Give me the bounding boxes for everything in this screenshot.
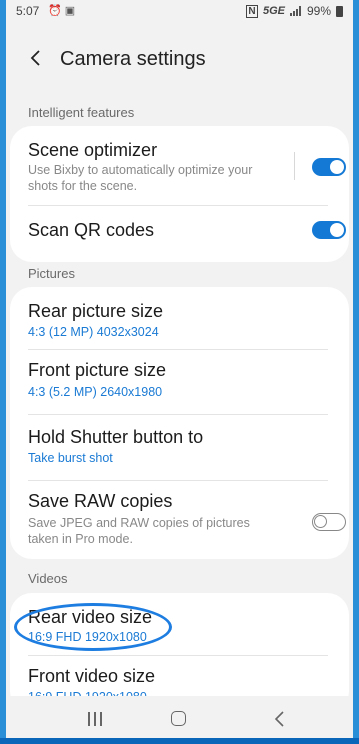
navigation-bar bbox=[6, 696, 353, 744]
alarm-icon: ⏰ bbox=[48, 5, 62, 17]
save-raw-title: Save RAW copies bbox=[28, 491, 173, 511]
image-icon: ▣ bbox=[64, 5, 76, 17]
save-raw-desc-1: Save JPEG and RAW copies of pictures bbox=[28, 516, 250, 530]
app-header: Camera settings bbox=[6, 44, 353, 74]
save-raw-toggle[interactable] bbox=[312, 513, 346, 531]
status-time: 5:07 bbox=[16, 4, 40, 18]
row-separator bbox=[294, 152, 295, 180]
recents-icon[interactable] bbox=[88, 712, 104, 726]
scene-optimizer-row[interactable]: Scene optimizer Use Bixby to automatical… bbox=[10, 126, 349, 204]
section-pictures: Pictures bbox=[28, 266, 75, 281]
front-picture-size-row[interactable]: Front picture size 4:3 (5.2 MP) 2640x198… bbox=[10, 350, 349, 412]
save-raw-row[interactable]: Save RAW copies Save JPEG and RAW copies… bbox=[10, 481, 349, 559]
battery-icon bbox=[336, 5, 343, 17]
rear-picture-size-title: Rear picture size bbox=[28, 301, 164, 321]
phone-screen: 5:07 ⏰ ▣ N 5GE 99% Camera settings Intel… bbox=[6, 0, 353, 744]
signal-icon bbox=[289, 6, 302, 16]
back-arrow-icon[interactable] bbox=[26, 48, 46, 68]
network-type: 5GE bbox=[262, 5, 285, 17]
battery-percent: 99% bbox=[306, 4, 331, 18]
front-picture-size-value: 4:3 (5.2 MP) 2640x1980 bbox=[28, 385, 163, 399]
scene-optimizer-desc-1: Use Bixby to automatically optimize your bbox=[28, 163, 253, 177]
section-intelligent-features: Intelligent features bbox=[28, 105, 135, 120]
front-video-size-title: Front video size bbox=[28, 666, 156, 686]
notification-icons: ⏰ ▣ bbox=[48, 4, 75, 17]
hold-shutter-title: Hold Shutter button to bbox=[28, 427, 204, 447]
annotation-circle bbox=[14, 603, 172, 651]
status-bar: 5:07 ⏰ ▣ N 5GE 99% bbox=[6, 0, 353, 22]
frame-bottom-border bbox=[0, 738, 359, 744]
rear-picture-size-value: 4:3 (12 MP) 4032x3024 bbox=[28, 325, 159, 339]
scan-qr-toggle[interactable] bbox=[312, 221, 346, 239]
hold-shutter-row[interactable]: Hold Shutter button to Take burst shot bbox=[10, 415, 349, 479]
intelligent-features-card: Scene optimizer Use Bixby to automatical… bbox=[10, 126, 349, 262]
save-raw-desc-2: taken in Pro mode. bbox=[28, 532, 133, 546]
front-picture-size-title: Front picture size bbox=[28, 360, 167, 380]
status-right: N 5GE 99% bbox=[245, 4, 343, 18]
scan-qr-title: Scan QR codes bbox=[28, 220, 155, 240]
home-icon[interactable] bbox=[171, 711, 186, 726]
page-title: Camera settings bbox=[60, 48, 206, 70]
hold-shutter-value: Take burst shot bbox=[28, 451, 113, 465]
nfc-icon: N bbox=[245, 4, 258, 18]
rear-picture-size-row[interactable]: Rear picture size 4:3 (12 MP) 4032x3024 bbox=[10, 287, 349, 349]
pictures-card: Rear picture size 4:3 (12 MP) 4032x3024 … bbox=[10, 287, 349, 559]
section-videos: Videos bbox=[28, 571, 68, 586]
scene-optimizer-desc-2: shots for the scene. bbox=[28, 179, 138, 193]
scene-optimizer-title: Scene optimizer bbox=[28, 140, 158, 160]
scan-qr-row[interactable]: Scan QR codes bbox=[10, 206, 349, 262]
scene-optimizer-toggle[interactable] bbox=[312, 158, 346, 176]
back-icon[interactable] bbox=[272, 710, 288, 728]
